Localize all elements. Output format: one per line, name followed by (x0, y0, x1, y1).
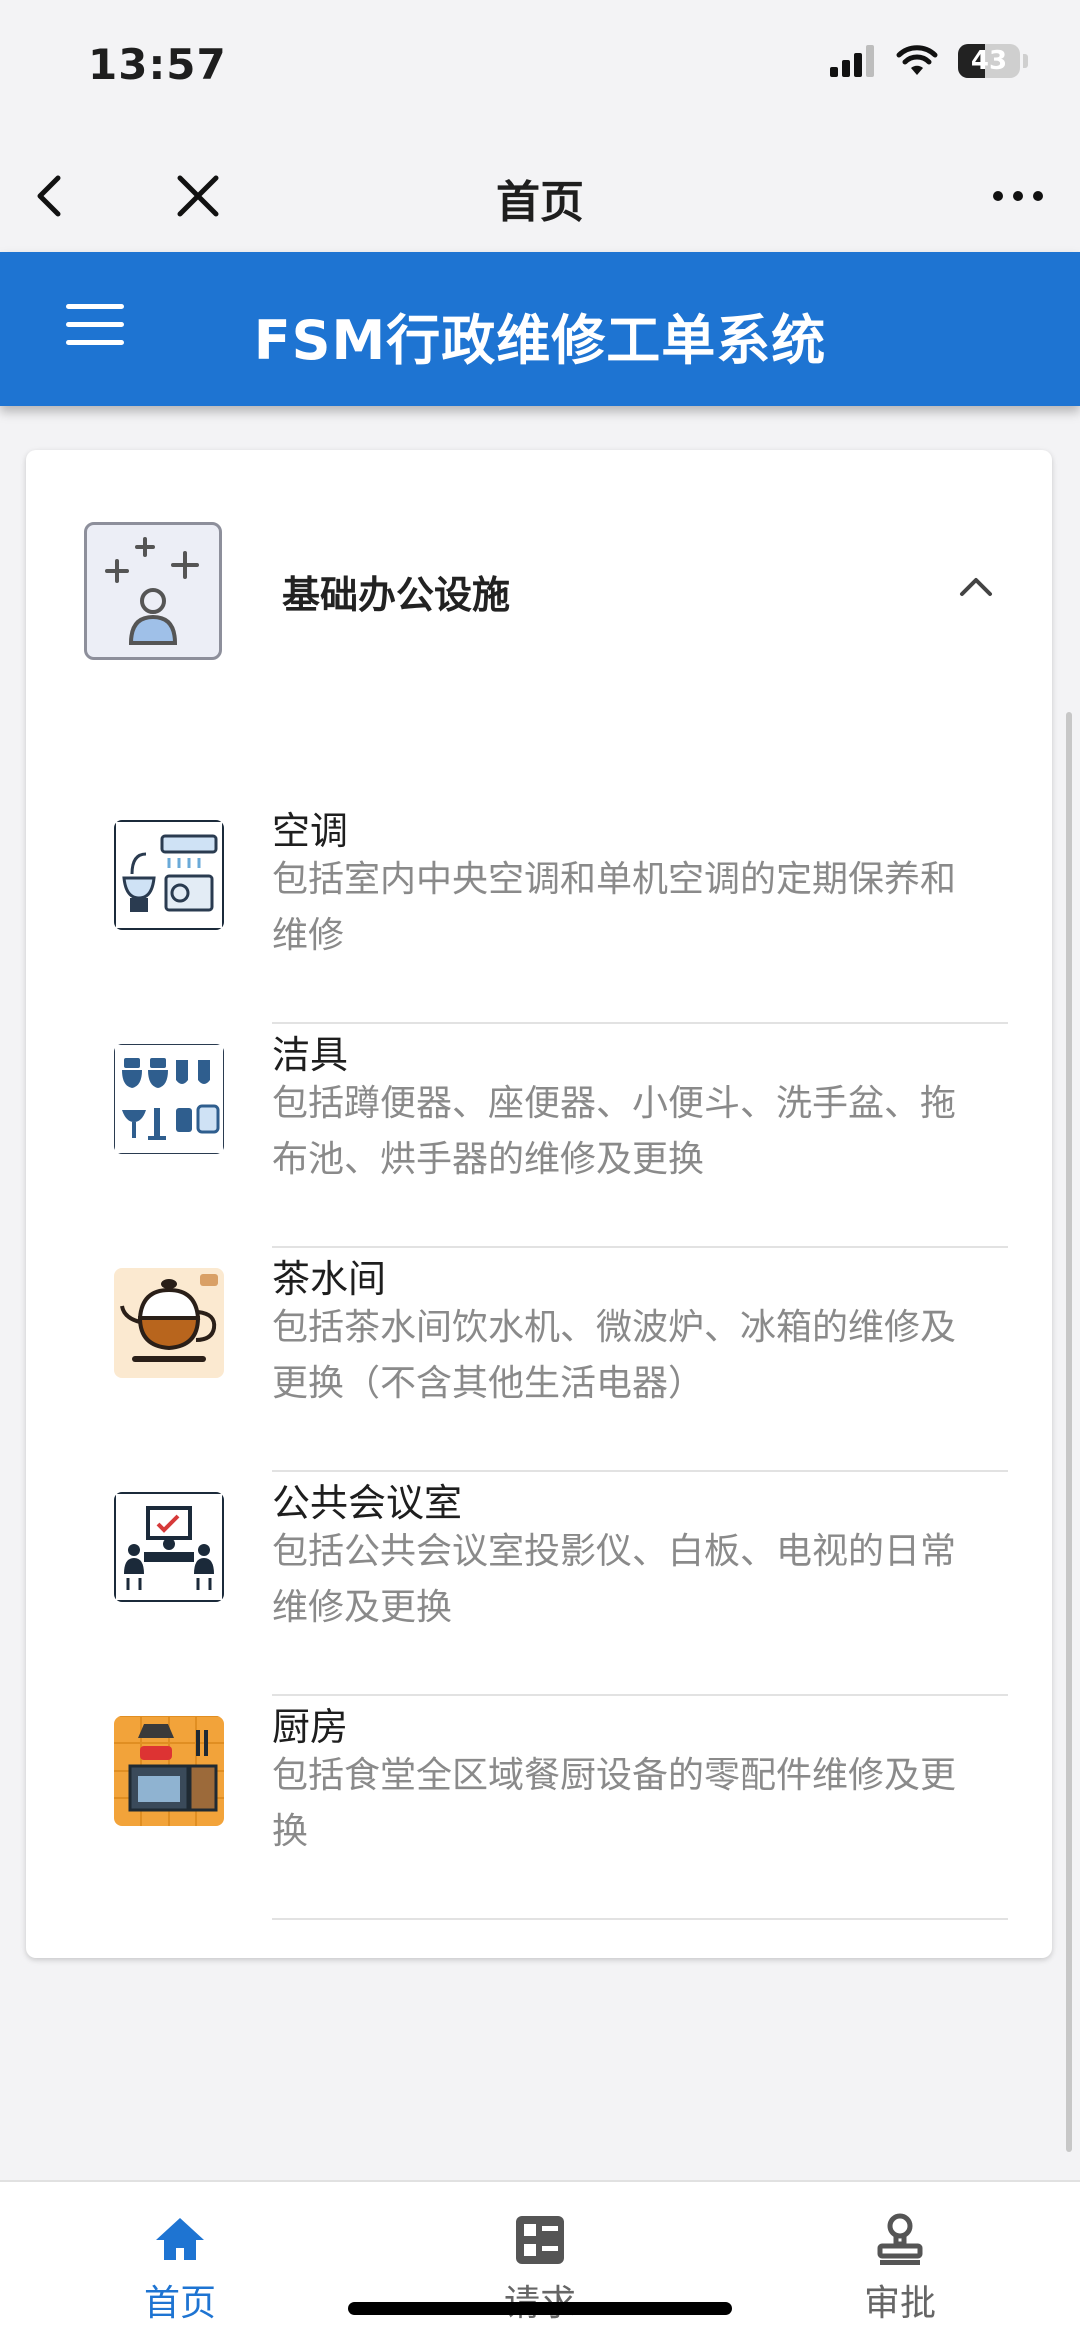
sanitary-ware-icon (114, 1044, 224, 1154)
battery-cap (1023, 54, 1028, 68)
item-description: 包括室内中央空调和单机空调的定期保养和维修 (272, 859, 957, 956)
bottom-tab-bar: 首页 请求 审批 (0, 2180, 1080, 2339)
air-conditioner-icon (114, 820, 224, 930)
navigation-bar: 首页 (0, 140, 1080, 252)
divider (272, 1918, 1008, 1920)
tab-label: 审批 (863, 2283, 936, 2324)
teapot-icon (114, 1268, 224, 1378)
category-header[interactable]: 基础办公设施 (26, 450, 1052, 660)
category-title: 基础办公设施 (282, 573, 511, 617)
approval-stamp-icon (877, 2213, 923, 2265)
battery-icon: 43 (958, 44, 1020, 78)
tab-home[interactable]: 首页 (80, 2182, 280, 2332)
status-bar: 13:57 43 (0, 0, 1080, 140)
list-item[interactable]: 厨房 包括食堂全区域餐厨设备的零配件维修及更换 (26, 1696, 1052, 1920)
category-card: 基础办公设施 空调 包括室内中央空调和单机空调的定期保养和维修 洁具 包括蹲便器… (26, 450, 1052, 1958)
cellular-signal-icon (830, 45, 874, 77)
item-description: 包括蹲便器、座便器、小便斗、洗手盆、拖布池、烘手器的维修及更换 (272, 1083, 957, 1180)
status-indicators: 43 (830, 44, 1028, 78)
tab-label: 请求 (440, 2274, 640, 2326)
home-indicator (348, 2302, 732, 2315)
item-name: 空调 (272, 809, 349, 853)
office-facilities-icon (84, 522, 222, 660)
meeting-room-icon (114, 1492, 224, 1602)
chevron-up-icon[interactable] (952, 562, 1000, 610)
app-title: FSM行政维修工单系统 (253, 309, 827, 372)
item-name: 茶水间 (272, 1257, 387, 1301)
more-icon[interactable] (986, 164, 1050, 228)
list-item[interactable]: 洁具 包括蹲便器、座便器、小便斗、洗手盆、拖布池、烘手器的维修及更换 (26, 1024, 1052, 1248)
home-icon (156, 2218, 204, 2260)
scrollbar[interactable] (1066, 712, 1072, 2152)
request-list-icon (516, 2216, 564, 2264)
list-item[interactable]: 茶水间 包括茶水间饮水机、微波炉、冰箱的维修及更换（不含其他生活电器） (26, 1248, 1052, 1472)
status-time: 13:57 (88, 40, 227, 89)
tab-label: 首页 (143, 2283, 216, 2324)
item-name: 厨房 (272, 1705, 349, 1749)
list-item[interactable]: 空调 包括室内中央空调和单机空调的定期保养和维修 (26, 800, 1052, 1024)
kitchen-icon (114, 1716, 224, 1826)
list-item[interactable]: 公共会议室 包括公共会议室投影仪、白板、电视的日常维修及更换 (26, 1472, 1052, 1696)
nav-title: 首页 (496, 177, 584, 228)
item-description: 包括公共会议室投影仪、白板、电视的日常维修及更换 (272, 1531, 957, 1628)
item-name: 洁具 (272, 1033, 349, 1077)
tab-approval[interactable]: 审批 (800, 2182, 1000, 2332)
item-description: 包括食堂全区域餐厨设备的零配件维修及更换 (272, 1755, 957, 1852)
item-description: 包括茶水间饮水机、微波炉、冰箱的维修及更换（不含其他生活电器） (272, 1307, 957, 1404)
battery-level: 43 (970, 46, 1008, 76)
wifi-icon (896, 45, 938, 75)
app-header: FSM行政维修工单系统 (0, 252, 1080, 406)
item-name: 公共会议室 (272, 1481, 463, 1525)
